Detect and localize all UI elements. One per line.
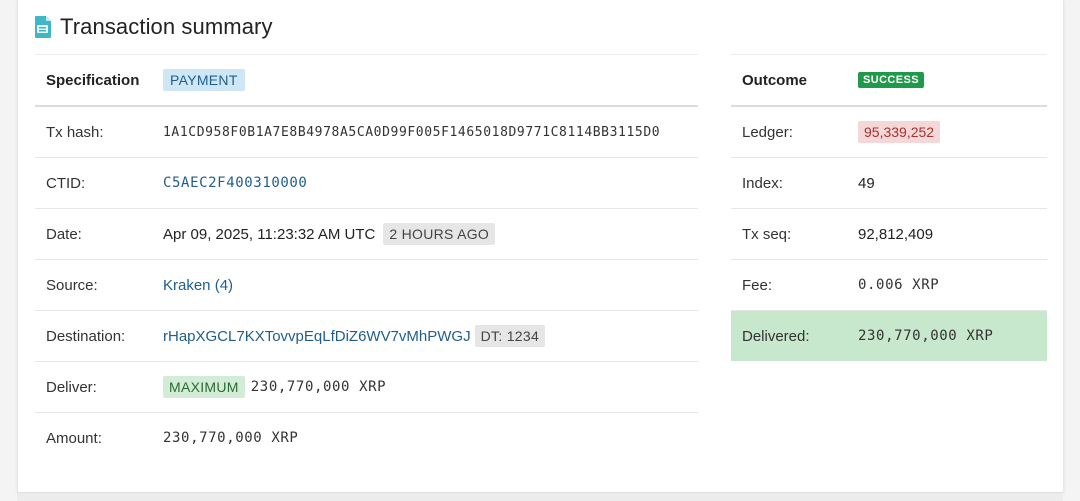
outcome-table: Outcome SUCCESS Ledger: 95,339,252 Index… bbox=[731, 54, 1047, 361]
tx-hash-label: Tx hash: bbox=[46, 123, 104, 141]
specification-label: Specification bbox=[46, 71, 140, 89]
tx-seq-label: Tx seq: bbox=[742, 225, 792, 243]
time-ago-badge: 2 HOURS AGO bbox=[383, 223, 496, 245]
success-badge: SUCCESS bbox=[858, 72, 924, 88]
date-label: Date: bbox=[46, 225, 82, 243]
fee-row: Fee: 0.006 XRP bbox=[731, 260, 1047, 311]
deliver-row: Deliver: MAXIMUM 230,770,000 XRP bbox=[35, 362, 698, 413]
tx-hash-row: Tx hash: 1A1CD958F0B1A7E8B4978A5CA0D99F0… bbox=[35, 107, 698, 158]
ctid-row: CTID: C5AEC2F400310000 bbox=[35, 158, 698, 209]
tx-hash-value[interactable]: 1A1CD958F0B1A7E8B4978A5CA0D99F005F146501… bbox=[163, 125, 698, 140]
deliver-value: 230,770,000 XRP bbox=[250, 379, 387, 395]
amount-value: 230,770,000 XRP bbox=[163, 430, 299, 446]
delivered-value: 230,770,000 XRP bbox=[858, 328, 994, 344]
tx-seq-row: Tx seq: 92,812,409 bbox=[731, 209, 1047, 260]
ledger-label: Ledger: bbox=[742, 123, 793, 141]
ledger-link[interactable]: 95,339,252 bbox=[858, 121, 941, 143]
ledger-row: Ledger: 95,339,252 bbox=[731, 107, 1047, 158]
fee-value: 0.006 XRP bbox=[858, 277, 940, 293]
index-label: Index: bbox=[742, 174, 783, 192]
source-row: Source: Kraken (4) bbox=[35, 260, 698, 311]
maximum-badge: MAXIMUM bbox=[163, 376, 245, 398]
amount-label: Amount: bbox=[46, 429, 102, 447]
outcome-label: Outcome bbox=[742, 71, 808, 89]
source-label: Source: bbox=[46, 276, 98, 294]
date-row: Date: Apr 09, 2025, 11:23:32 AM UTC 2 HO… bbox=[35, 209, 698, 260]
ctid-label: CTID: bbox=[46, 174, 86, 192]
destination-link[interactable]: rHapXGCL7KXTovvpEqLfDiZ6WV7vMhPWGJ bbox=[163, 328, 471, 345]
index-row: Index: 49 bbox=[731, 158, 1047, 209]
source-link[interactable]: Kraken (4) bbox=[163, 277, 233, 294]
date-value: Apr 09, 2025, 11:23:32 AM UTC bbox=[163, 225, 376, 243]
destination-tag-badge: DT: 1234 bbox=[474, 325, 546, 347]
specification-row: Specification PAYMENT bbox=[35, 54, 698, 107]
page-title: Transaction summary bbox=[60, 14, 273, 39]
delivered-label: Delivered: bbox=[742, 327, 810, 345]
document-icon bbox=[35, 16, 51, 38]
tx-seq-value: 92,812,409 bbox=[858, 225, 934, 243]
delivered-row: Delivered: 230,770,000 XRP bbox=[731, 311, 1047, 361]
destination-row: Destination: rHapXGCL7KXTovvpEqLfDiZ6WV7… bbox=[35, 311, 698, 362]
transaction-summary-card: Transaction summary Specification PAYMEN… bbox=[17, 0, 1064, 492]
fee-label: Fee: bbox=[742, 276, 773, 294]
destination-label: Destination: bbox=[46, 327, 126, 345]
amount-row: Amount: 230,770,000 XRP bbox=[35, 413, 698, 463]
card-header: Transaction summary bbox=[34, 12, 273, 42]
deliver-label: Deliver: bbox=[46, 378, 97, 396]
ctid-link[interactable]: C5AEC2F400310000 bbox=[163, 175, 307, 191]
outcome-row: Outcome SUCCESS bbox=[731, 54, 1047, 107]
specification-table: Specification PAYMENT Tx hash: 1A1CD958F… bbox=[35, 54, 698, 463]
index-value: 49 bbox=[858, 174, 875, 192]
payment-badge: PAYMENT bbox=[163, 69, 245, 91]
